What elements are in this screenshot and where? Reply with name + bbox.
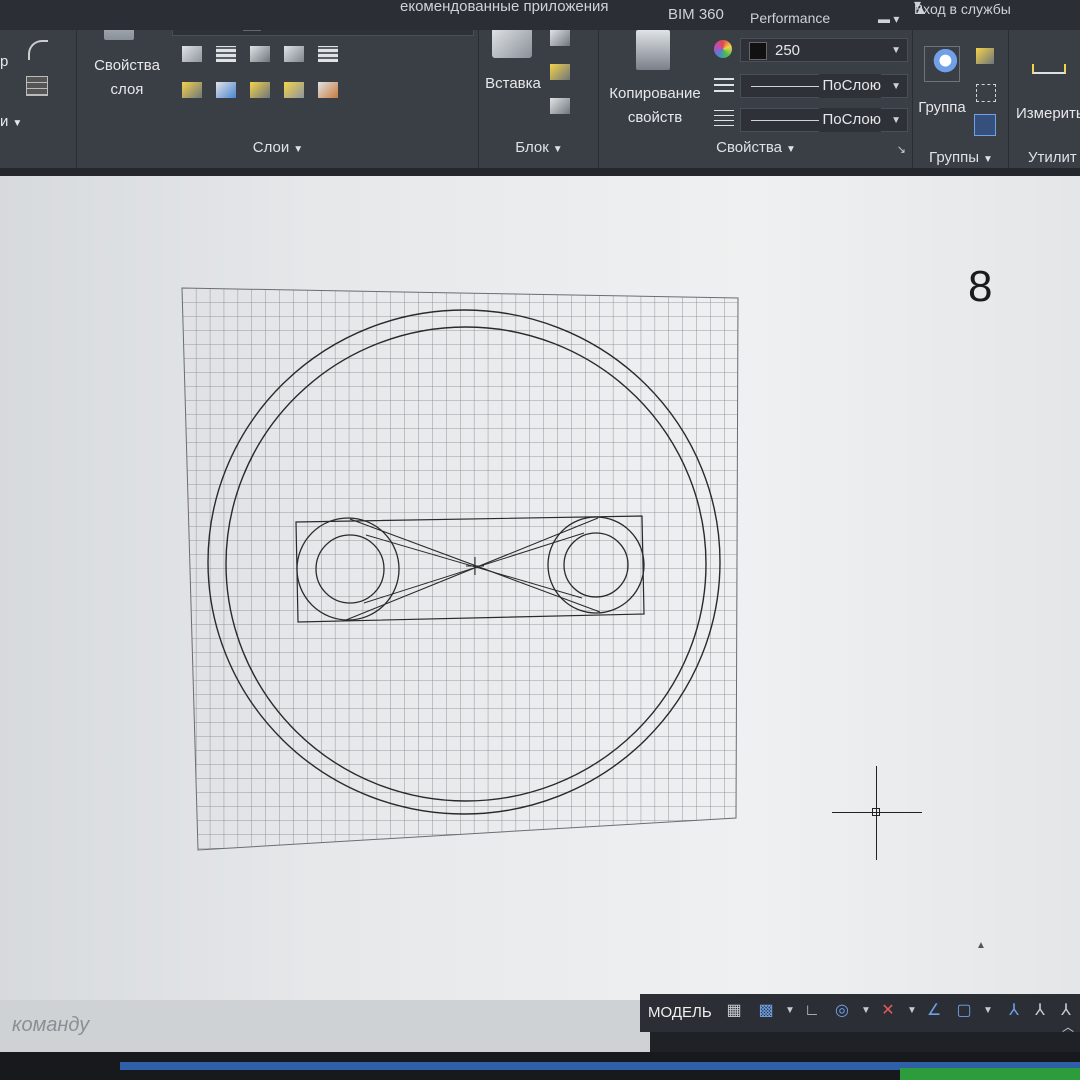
color-swatch [749,42,767,61]
chevron-down-icon: ▼ [891,45,901,56]
isometric-icon[interactable]: ✕ [878,1000,898,1022]
group-tool-icon-2[interactable] [976,84,996,102]
snap-mode-icon[interactable]: ▩ [756,1000,776,1022]
layer-properties-button[interactable]: Свойства слоя [82,54,172,102]
sign-in-button[interactable]: ▲ Вход в службы ▾ [914,0,1011,17]
group-button[interactable]: Группа [914,96,970,120]
block-panel-title[interactable]: Блок ▼ [480,139,598,156]
layer-tool-icon-2[interactable] [216,46,236,62]
layer-tool-icon-5[interactable] [318,46,338,62]
block-tool-icon-3[interactable] [550,98,570,114]
layer-tool-icon-4[interactable] [284,46,304,62]
chevron-down-icon: ▼ [293,144,304,155]
groups-panel-title[interactable]: Группы ▼ [914,149,1008,166]
group-tool-icon-3[interactable] [974,114,996,136]
color-dropdown[interactable]: 250 ▼ [740,38,908,62]
group-tool-icon-1[interactable] [976,48,994,64]
drawing-canvas[interactable] [0,176,1080,1008]
chevron-down-icon: ▼ [785,144,796,155]
curve-tool-icon[interactable] [28,40,48,60]
partial-left-label-bottom: и ▼ [0,113,23,130]
layer-tool-icon-7[interactable] [216,82,236,98]
measure-icon[interactable] [1032,64,1066,74]
command-prompt[interactable]: команду [12,1014,89,1037]
linetype-value: ПоСлою [818,74,881,98]
tab-extra-dropdown[interactable]: ▬ ▾ [878,12,899,26]
ortho-mode-icon[interactable]: ∟ [802,1000,822,1022]
match-properties-icon[interactable] [636,30,670,70]
grid-toggle-icon[interactable]: ▦ [724,1000,744,1022]
sheet-number: 8 [968,262,993,311]
annotation-visibility-icon[interactable]: ⅄ [1030,1000,1050,1022]
layers-panel-title[interactable]: Слои ▼ [78,139,478,156]
layer-tool-icon-9[interactable] [284,82,304,98]
group-icon[interactable] [924,46,960,82]
layer-tool-icon-8[interactable] [250,82,270,98]
lineweight-value: ПоСлою [818,108,881,132]
chevron-down-icon: ▼ [552,144,563,155]
taskbar-green-accent [900,1068,1080,1080]
lineweight-dropdown[interactable]: ПоСлою ▼ [740,108,908,132]
osnap-dropdown-icon[interactable]: ▼ [978,1000,998,1022]
chevron-down-icon: ▼ [891,81,901,92]
ribbon-tab-strip: екомендованные приложения BIM 360 Perfor… [0,0,1080,30]
chevron-down-icon: ▼ [891,115,901,126]
annotation-scale-icon[interactable]: ⅄ [1004,1000,1024,1022]
model-tab[interactable]: МОДЕЛЬ [648,1000,712,1026]
block-tool-icon-2[interactable] [550,64,570,80]
utilities-panel-title[interactable]: Утилит [1028,149,1080,166]
table-icon[interactable] [26,76,48,96]
chevron-up-icon[interactable]: ︿ [1058,1016,1078,1038]
polar-dropdown-icon[interactable]: ▼ [856,1000,876,1022]
chevron-down-icon: ▼ [983,154,993,165]
linetype-icon[interactable] [714,74,734,92]
tab-recommended-apps[interactable]: екомендованные приложения [400,0,609,15]
linetype-dropdown[interactable]: ПоСлою ▼ [740,74,908,98]
object-snap-tracking-icon[interactable]: ∠ [924,1000,944,1022]
object-snap-icon[interactable]: ▢ [954,1000,974,1022]
properties-panel-title[interactable]: Свойства ▼ [600,139,912,156]
layer-tool-icon-3[interactable] [250,46,270,62]
layer-tool-icon-1[interactable] [182,46,202,62]
tab-bim360[interactable]: BIM 360 [668,6,724,23]
crosshair-cursor-box [872,808,880,816]
block-tool-icon-1[interactable] [550,30,570,46]
command-history-scroll-up[interactable]: ▲ [972,940,990,958]
color-value: 250 [775,42,801,59]
dialog-launcher-icon[interactable]: ↘ [897,143,906,156]
insert-button[interactable]: Вставка [480,72,546,96]
layer-tool-icon-10[interactable] [318,82,338,98]
iso-dropdown-icon[interactable]: ▼ [902,1000,922,1022]
tab-performance[interactable]: Performance [750,10,830,26]
measure-button[interactable]: Измерить [1016,102,1080,126]
layer-tool-icon-6[interactable] [182,82,202,98]
match-properties-button[interactable]: Копирование свойств [600,82,710,130]
lineweight-icon[interactable] [714,108,734,126]
polar-tracking-icon[interactable]: ◎ [832,1000,852,1022]
snap-dropdown-icon[interactable]: ▼ [780,1000,800,1022]
partial-left-label-top: р [0,53,9,70]
color-wheel-icon[interactable] [714,40,732,58]
